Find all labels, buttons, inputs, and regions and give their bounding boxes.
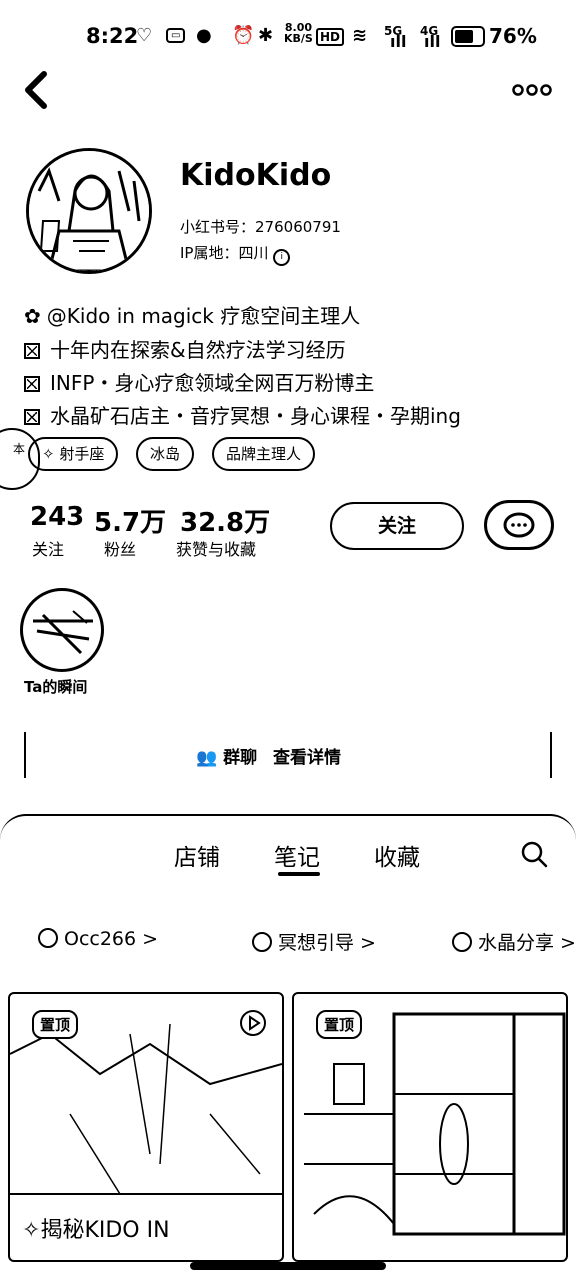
followers-count[interactable]: 5.7万 (94, 502, 166, 539)
bio-line-1: ✿ @Kido in magick 疗愈空间主理人 (24, 300, 360, 329)
followers-label[interactable]: 粉丝 (104, 536, 136, 560)
signal-bars-2-icon: ıll (424, 32, 441, 51)
ip-label: IP属地： (180, 244, 239, 262)
moment-image (33, 610, 93, 655)
note-title-1[interactable]: ✧揭秘KIDO IN (22, 1212, 170, 1244)
collection-label-2: 冥想引导 > (278, 932, 376, 954)
tag-role: 品牌主理人 (212, 437, 316, 471)
group-chat-entry[interactable]: 👥 群聊 查看详情 (196, 743, 341, 768)
id-value: 276060791 (255, 218, 341, 236)
battery-icon (451, 26, 485, 47)
tab-shop[interactable]: 店铺 (174, 838, 220, 872)
tag-location-label: 冰岛 (150, 445, 181, 463)
bio-line-3: INFP・身心疗愈领域全网百万粉博主 (24, 367, 374, 396)
network-speed: 8.00 KB/S (284, 22, 313, 44)
group-chat-label: 群聊 (223, 748, 258, 768)
note-card-2[interactable]: 置顶 (292, 992, 568, 1262)
more-button[interactable] (512, 80, 552, 100)
following-count[interactable]: 243 (30, 502, 84, 532)
pinned-badge: 置顶 (32, 1010, 79, 1039)
hd-badge: HD (316, 28, 345, 46)
likes-count[interactable]: 32.8万 (180, 502, 270, 539)
box-bullet-icon (24, 409, 40, 425)
back-button[interactable] (18, 68, 58, 112)
message-button[interactable] (484, 500, 554, 550)
notification-icon: ▭ (166, 28, 186, 43)
battery-percent: 76% (489, 24, 537, 48)
bio-text-3: INFP・身心疗愈领域全网百万粉博主 (50, 371, 375, 395)
pinned-badge: 置顶 (316, 1010, 363, 1039)
moment-thumbnail[interactable] (20, 588, 104, 672)
collection-label-3: 水晶分享 > (478, 932, 576, 954)
tag-role-label: 品牌主理人 (226, 445, 302, 463)
tab-notes[interactable]: 笔记 (274, 838, 320, 872)
chat-bubble-icon (503, 512, 535, 538)
group-icon: 👥 (196, 748, 218, 768)
collection-label-1: Occ266 > (64, 928, 159, 950)
home-indicator[interactable] (190, 1262, 386, 1270)
group-detail-link[interactable]: 查看详情 (273, 748, 341, 768)
collection-chip-1[interactable]: Occ266 > (38, 928, 158, 950)
sparkle-icon: ✧ (22, 1218, 41, 1243)
zodiac-icon: ✧ (42, 445, 60, 463)
dot-icon: ● (196, 25, 212, 46)
side-label: 本 (12, 442, 25, 456)
id-label: 小红书号： (180, 218, 256, 236)
ip-value: 四川 (238, 244, 269, 262)
collection-icon (452, 932, 472, 952)
bio-text-1: @Kido in magick 疗愈空间主理人 (46, 304, 361, 328)
box-bullet-icon (24, 376, 40, 392)
bio-text-4: 水晶矿石店主・音疗冥想・身心课程・孕期ing (50, 404, 461, 428)
tag-zodiac-label: 射手座 (59, 445, 105, 463)
username: KidoKido (180, 158, 332, 193)
wifi-icon: ≋ (352, 25, 368, 46)
box-bullet-icon (24, 343, 40, 359)
speed-unit: KB/S (284, 32, 313, 45)
signal-bars-icon: ıll (390, 32, 407, 51)
note-title-text-1: 揭秘KIDO IN (40, 1218, 170, 1243)
alarm-icon: ⏰ (232, 25, 255, 46)
collection-chip-2[interactable]: 冥想引导 > (252, 928, 376, 955)
app-icon: ♡ (136, 25, 153, 46)
avatar-image (29, 151, 149, 271)
tab-favorites[interactable]: 收藏 (374, 838, 420, 872)
collection-icon (38, 928, 58, 948)
tag-location: 冰岛 (136, 437, 195, 471)
redbook-id[interactable]: 小红书号：276060791 (180, 216, 341, 237)
status-bar: 8:22 ♡ ▭ ● ⏰ ✱ 8.00 KB/S HD ≋ 5G ıll 4G … (0, 0, 576, 76)
flower-icon: ✿ (24, 304, 41, 328)
likes-label[interactable]: 获赞与收藏 (176, 536, 256, 560)
collection-icon (252, 932, 272, 952)
ip-location: IP属地：四川 i (180, 242, 291, 266)
status-time: 8:22 (86, 24, 139, 48)
collection-chip-3[interactable]: 水晶分享 > (452, 928, 576, 955)
bio-text-2: 十年内在探索&自然疗法学习经历 (50, 338, 346, 362)
info-icon[interactable]: i (273, 249, 291, 266)
bio-line-2: 十年内在探索&自然疗法学习经历 (24, 334, 346, 363)
video-play-icon (240, 1010, 266, 1036)
avatar[interactable] (26, 148, 152, 274)
moment-label: Ta的瞬间 (24, 678, 88, 696)
bio-line-4: 水晶矿石店主・音疗冥想・身心课程・孕期ing (24, 400, 461, 429)
bluetooth-icon: ✱ (258, 25, 274, 46)
chevron-left-icon (25, 71, 47, 109)
more-dots-icon (512, 84, 552, 96)
search-button[interactable] (520, 840, 548, 868)
active-tab-indicator (278, 872, 320, 876)
follow-button[interactable]: 关注 (330, 502, 464, 550)
search-icon (521, 841, 548, 868)
following-label[interactable]: 关注 (32, 536, 64, 560)
tag-zodiac: ✧ 射手座 (28, 437, 119, 471)
